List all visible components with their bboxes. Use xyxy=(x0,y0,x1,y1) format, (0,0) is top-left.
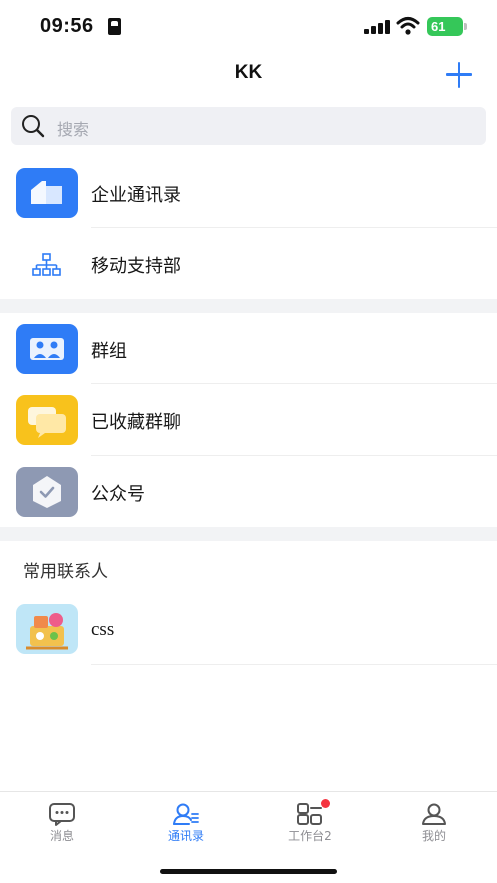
chat-bubbles-icon xyxy=(16,395,78,445)
contacts-icon xyxy=(173,803,199,825)
nav-bar: KK xyxy=(0,52,497,96)
notification-dot xyxy=(321,799,330,808)
row-label: 企业通讯录 xyxy=(91,185,181,206)
search-icon xyxy=(22,115,45,138)
tab-label: 工作台2 xyxy=(288,829,332,843)
contact-name: css xyxy=(91,619,115,640)
list-item-mobile-support[interactable]: 移动支持部 xyxy=(0,228,497,299)
tab-workbench[interactable]: 工作台2 xyxy=(248,792,372,852)
list-item-enterprise-directory[interactable]: 企业通讯录 xyxy=(0,157,497,228)
signal-icon xyxy=(364,20,390,34)
profile-icon xyxy=(422,803,446,825)
tab-messages[interactable]: 消息 xyxy=(0,792,124,852)
list-item-groups[interactable]: 群组 xyxy=(0,313,497,384)
avatar xyxy=(16,604,78,654)
row-label: 已收藏群聊 xyxy=(91,412,181,433)
status-time: 09:56 xyxy=(40,15,94,37)
status-bar: 09:56 61 xyxy=(0,0,497,52)
workbench-icon xyxy=(297,803,322,825)
org-chart-icon xyxy=(16,239,78,289)
row-label: 群组 xyxy=(91,341,127,362)
battery-icon: 61 xyxy=(427,17,467,36)
tab-label: 我的 xyxy=(421,829,446,843)
search-input[interactable]: 搜索 xyxy=(11,107,486,145)
tab-contacts[interactable]: 通讯录 xyxy=(124,792,248,852)
building-icon xyxy=(16,168,78,218)
section-separator xyxy=(0,299,497,313)
section-separator xyxy=(0,527,497,541)
divider xyxy=(91,664,497,665)
home-indicator xyxy=(160,869,337,874)
section-title-frequent-contacts: 常用联系人 xyxy=(23,562,108,582)
add-button[interactable] xyxy=(444,60,474,90)
group-icon xyxy=(16,324,78,374)
tab-label: 通讯录 xyxy=(167,829,204,843)
tab-profile[interactable]: 我的 xyxy=(372,792,496,852)
row-label: 公众号 xyxy=(91,484,145,505)
list-item-saved-group-chats[interactable]: 已收藏群聊 xyxy=(0,384,497,456)
wifi-icon xyxy=(396,17,420,35)
search-placeholder: 搜索 xyxy=(57,120,90,139)
tab-label: 消息 xyxy=(49,829,74,843)
orientation-lock-icon xyxy=(108,18,121,35)
message-icon xyxy=(49,803,75,826)
page-title: KK xyxy=(234,62,263,83)
list-item-official-accounts[interactable]: 公众号 xyxy=(0,456,497,527)
row-label: 移动支持部 xyxy=(91,256,181,277)
verified-badge-icon xyxy=(16,467,78,517)
